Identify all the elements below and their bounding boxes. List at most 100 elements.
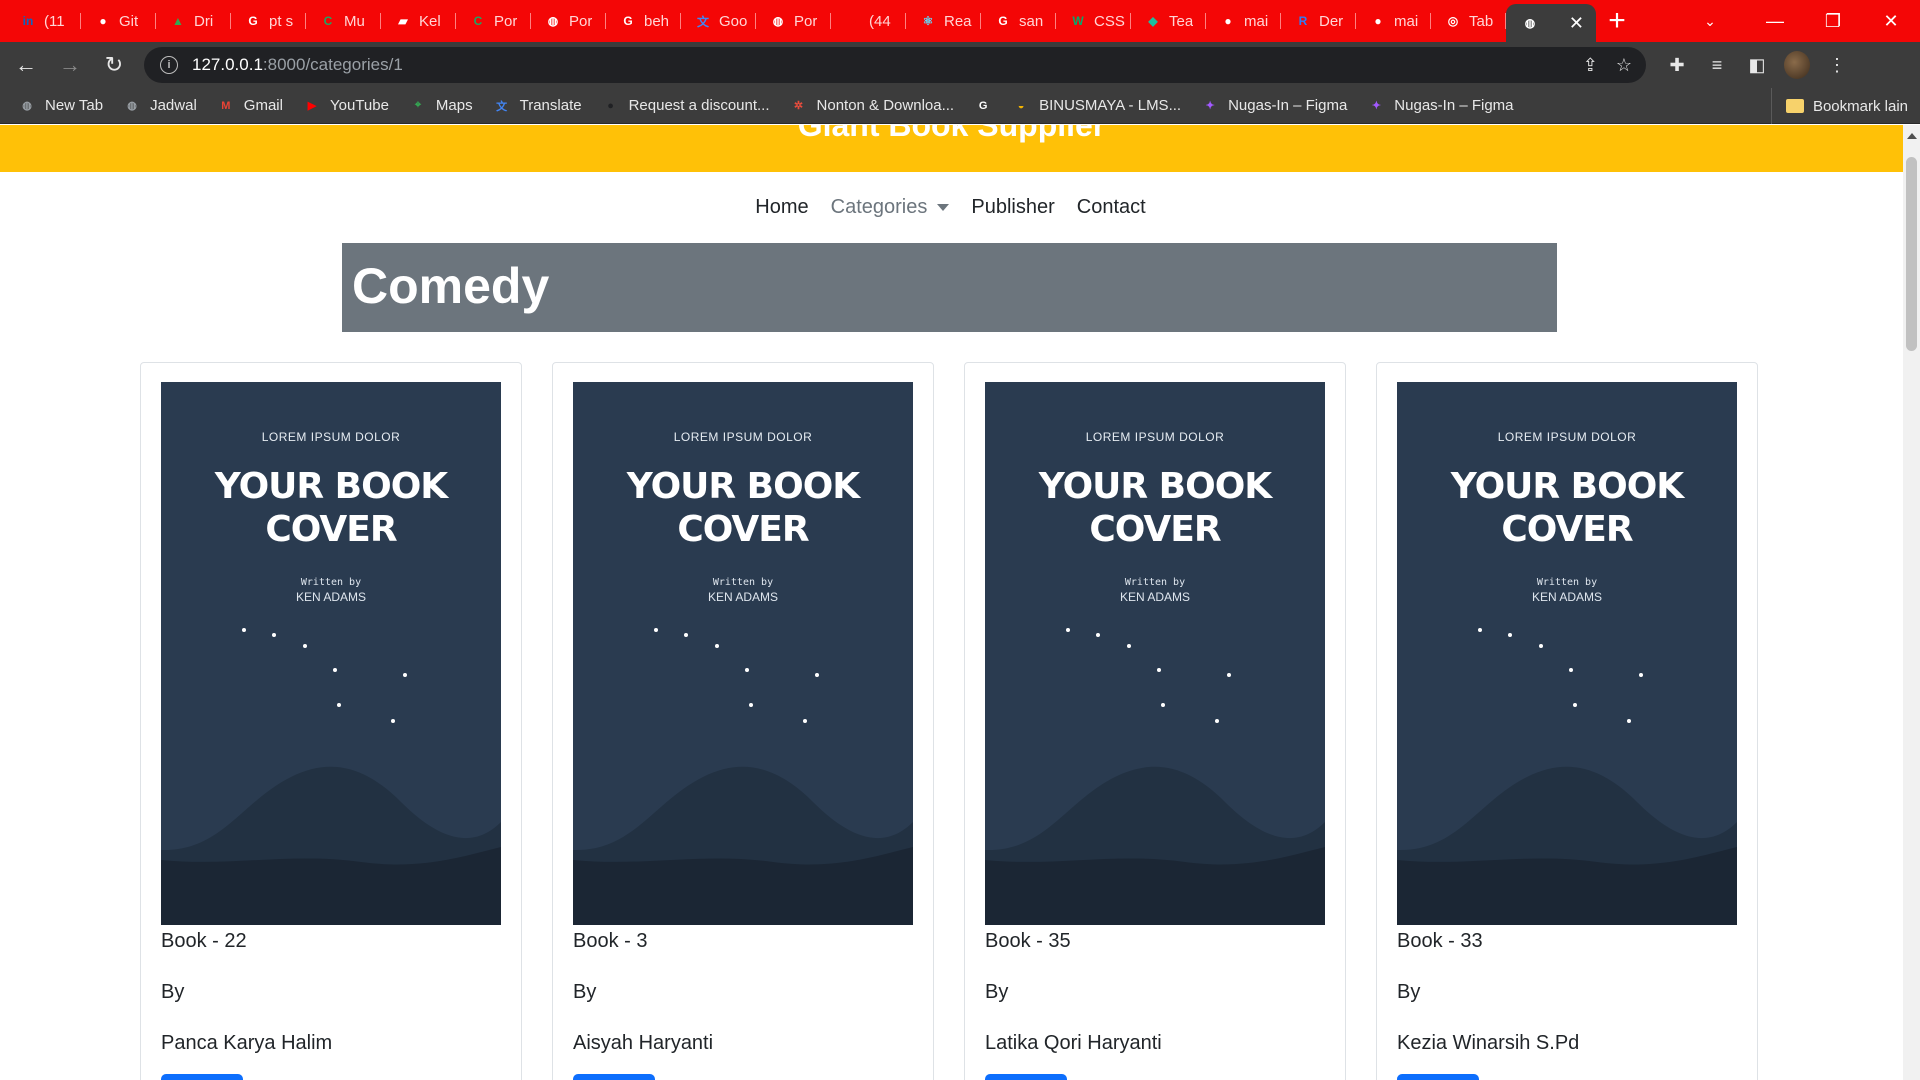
book-cover-image[interactable]: LOREM IPSUM DOLOR YOUR BOOK COVER Writte… (1397, 382, 1737, 925)
scroll-up-arrow-icon[interactable] (1907, 133, 1917, 139)
browser-tab[interactable]: Gbeh (606, 6, 681, 36)
browser-tab[interactable]: 文 Goo (681, 6, 756, 36)
reload-icon[interactable]: ↻ (96, 47, 132, 83)
extensions-icon[interactable]: ✚ (1664, 55, 1690, 76)
bookmark-item[interactable]: ◍ New Tab (18, 97, 103, 115)
nav-publisher[interactable]: Publisher (971, 196, 1054, 219)
bookmark-item[interactable]: ✦ Nugas-In – Figma (1201, 97, 1347, 115)
browser-tab[interactable]: ◍ Por (531, 6, 606, 36)
nav-categories-dropdown[interactable]: Categories (831, 196, 950, 219)
share-icon[interactable]: ⇪ (1583, 55, 1598, 76)
side-panel-icon[interactable]: ◧ (1744, 55, 1770, 76)
media-playlist-icon[interactable]: ≡ (1704, 55, 1730, 76)
browser-tab[interactable]: ● mai (1356, 6, 1431, 36)
site-info-icon[interactable]: i (160, 56, 178, 74)
book-card: LOREM IPSUM DOLOR YOUR BOOK COVER Writte… (552, 362, 934, 1080)
minimize-icon[interactable]: — (1746, 0, 1804, 42)
other-bookmarks-folder[interactable]: Bookmark lain (1770, 88, 1908, 124)
browser-tab[interactable]: R Der (1281, 6, 1356, 36)
book-detail-button[interactable] (1397, 1074, 1479, 1080)
close-window-icon[interactable]: ✕ (1862, 0, 1920, 42)
forward-icon[interactable]: → (52, 47, 88, 83)
nav-home[interactable]: Home (755, 196, 808, 219)
bookmark-label: Nonton & Downloa... (816, 97, 955, 114)
bookmark-item[interactable]: ✦ Nugas-In – Figma (1367, 97, 1514, 115)
tab-search-chevron-icon[interactable]: ⌄ (1690, 0, 1730, 42)
cover-illustration (985, 628, 1325, 925)
browser-tab[interactable]: in (11 (6, 6, 81, 36)
bookmark-label: YouTube (329, 97, 389, 114)
bookmark-label: Maps (435, 97, 473, 114)
address-bar[interactable]: i 127.0.0.1:8000/categories/1 ⇪ ☆ (144, 47, 1646, 83)
browser-tab[interactable]: ▲ Dri (156, 6, 231, 36)
binus-icon: ◒ (1017, 99, 1025, 112)
cover-author: KEN ADAMS (295, 590, 367, 604)
github-icon: ● (1224, 14, 1232, 28)
browser-tab[interactable]: ◆ Tea (1131, 6, 1206, 36)
youtube-icon: ▸ (849, 14, 857, 28)
browser-tab[interactable]: Gsan (981, 6, 1056, 36)
by-label: By (1397, 981, 1421, 1003)
tab-title: Kel (419, 12, 441, 30)
bookmark-item[interactable]: ◍ Jadwal (123, 97, 197, 115)
browser-tab[interactable]: ● mai (1206, 6, 1281, 36)
figma-icon: ✦ (1371, 100, 1381, 112)
bookmark-item[interactable]: 文 Translate (493, 97, 581, 115)
book-detail-button[interactable] (161, 1074, 243, 1080)
browser-tab[interactable]: Gpt s (231, 6, 306, 36)
browser-tab[interactable]: C Por (456, 6, 531, 36)
back-icon[interactable]: ← (8, 47, 44, 83)
github-icon: ● (1374, 14, 1382, 28)
menu-kebab-icon[interactable]: ⋮ (1824, 55, 1850, 76)
cover-title-line: COVER (1501, 509, 1633, 550)
bookmark-item[interactable]: ● Request a discount... (602, 97, 769, 115)
book-card: LOREM IPSUM DOLOR YOUR BOOK COVER Writte… (140, 362, 522, 1080)
bookmark-star-icon[interactable]: ☆ (1616, 55, 1632, 76)
c-app-icon: C (323, 14, 333, 28)
tab-title: Git (119, 12, 139, 30)
browser-tab[interactable]: C Mu (306, 6, 381, 36)
restore-icon[interactable]: ❐ (1804, 0, 1862, 42)
c-app-icon: C (473, 14, 483, 28)
globe-icon: ◍ (772, 14, 784, 28)
book-detail-button[interactable] (985, 1074, 1067, 1080)
bookmark-item[interactable]: ◒ BINUSMAYA - LMS... (1012, 97, 1181, 115)
bookmark-item[interactable]: M Gmail (217, 97, 283, 115)
book-cover-image[interactable]: LOREM IPSUM DOLOR YOUR BOOK COVER Writte… (573, 382, 913, 925)
cover-title: YOUR BOOK COVER (1397, 465, 1737, 551)
browser-tab[interactable]: ◍ Por (756, 6, 831, 36)
book-cover-image[interactable]: LOREM IPSUM DOLOR YOUR BOOK COVER Writte… (161, 382, 501, 925)
bookmark-item[interactable]: G (974, 97, 992, 115)
cover-illustration (573, 628, 913, 925)
browser-tab[interactable]: W CSS (1056, 6, 1131, 36)
site-header-banner: Giant Book Supplier (0, 125, 1903, 172)
tab-title: Rea (944, 12, 972, 30)
translate-icon: 文 (696, 14, 709, 29)
browser-tab[interactable]: ◎ Tab (1431, 6, 1506, 36)
bookmark-item[interactable]: ✲ Nonton & Downloa... (790, 97, 955, 115)
browser-tab[interactable]: ● Git (81, 6, 156, 36)
new-tab-plus-icon[interactable]: + (1596, 0, 1638, 42)
cover-written-by: Written by (712, 577, 774, 588)
book-title: Book - 22 (161, 930, 247, 952)
browser-tab[interactable]: ▸ (44 (831, 6, 906, 36)
nav-contact[interactable]: Contact (1077, 196, 1146, 219)
book-title: Book - 35 (985, 930, 1071, 952)
site-brand: Giant Book Supplier (797, 125, 1106, 143)
book-detail-button[interactable] (573, 1074, 655, 1080)
profile-avatar[interactable] (1784, 51, 1810, 79)
browser-tab[interactable]: ⚛ Rea (906, 6, 981, 36)
bookmark-item[interactable]: ▶ YouTube (303, 97, 389, 115)
book-cover-image[interactable]: LOREM IPSUM DOLOR YOUR BOOK COVER Writte… (985, 382, 1325, 925)
page-scrollbar[interactable] (1903, 125, 1920, 1080)
cover-kicker: LOREM IPSUM DOLOR (673, 430, 813, 444)
active-tab[interactable]: ◍ ✕ (1506, 4, 1596, 42)
w3-icon: W (1072, 14, 1084, 28)
book-writer: Latika Qori Haryanti (985, 1032, 1162, 1054)
scrollbar-thumb[interactable] (1906, 157, 1917, 351)
bookmark-item[interactable]: ⌖ Maps (409, 97, 473, 115)
bookmarks-bar: ◍ New Tab ◍ Jadwal M Gmail ▶ YouTube ⌖ Maps 文 Trans… (0, 88, 1920, 124)
browser-toolbar: ← → ↻ i 127.0.0.1:8000/categories/1 ⇪ ☆ … (0, 42, 1920, 88)
browser-tab[interactable]: ▰ Kel (381, 6, 456, 36)
close-tab-icon[interactable]: ✕ (1569, 13, 1584, 34)
